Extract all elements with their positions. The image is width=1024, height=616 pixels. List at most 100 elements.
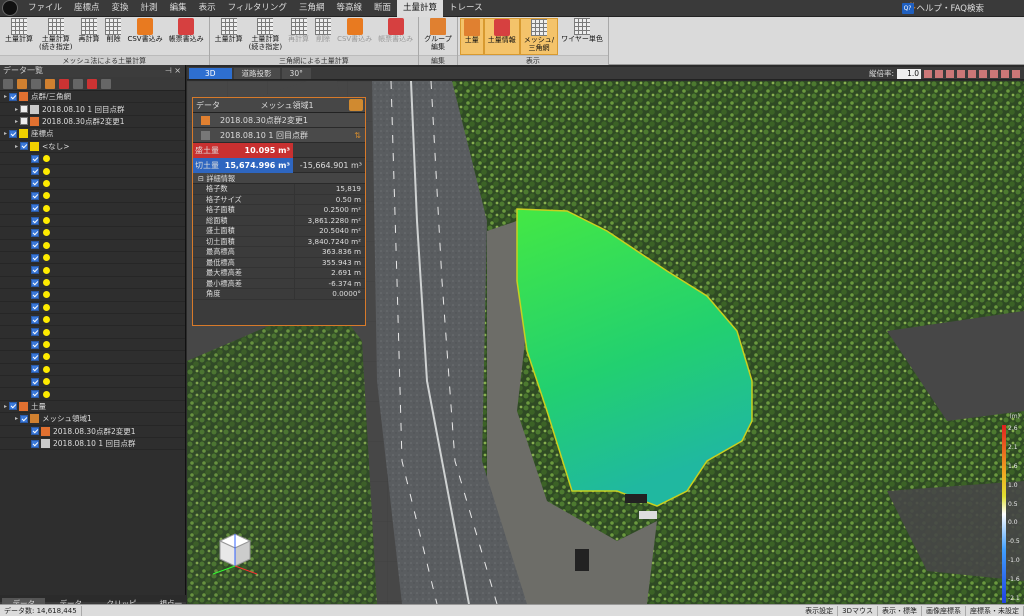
- expand-icon[interactable]: ▸: [13, 415, 20, 422]
- expand-icon[interactable]: [24, 242, 31, 249]
- tree-checkbox[interactable]: [31, 439, 39, 448]
- tree-checkbox[interactable]: [20, 105, 28, 114]
- tree-checkbox[interactable]: [31, 179, 39, 188]
- tree-row[interactable]: [0, 388, 185, 401]
- tree-checkbox[interactable]: [31, 204, 39, 213]
- tree-row[interactable]: ▸ 2018.08.10 1 回目点群: [0, 103, 185, 116]
- expand-icon[interactable]: [24, 155, 31, 162]
- tree-checkbox[interactable]: [31, 191, 39, 200]
- home-view-icon[interactable]: [924, 69, 932, 78]
- tree-checkbox[interactable]: [31, 216, 39, 225]
- ribbon-button-1-5[interactable]: 帳票書込み: [375, 18, 416, 55]
- tree-checkbox[interactable]: [31, 390, 39, 399]
- tree-row[interactable]: [0, 252, 185, 265]
- expand-icon[interactable]: [24, 391, 31, 398]
- menu-item-1[interactable]: 座標点: [68, 0, 106, 17]
- expand-icon[interactable]: [24, 254, 31, 261]
- menu-item-0[interactable]: ファイル: [22, 0, 68, 17]
- view-side-icon[interactable]: [957, 69, 965, 78]
- expand-icon[interactable]: [24, 168, 31, 175]
- menu-item-3[interactable]: 計測: [135, 0, 164, 17]
- tree-checkbox[interactable]: [9, 129, 17, 138]
- tree-checkbox[interactable]: [31, 167, 39, 176]
- tree-row[interactable]: ▸ <なし>: [0, 141, 185, 153]
- expand-icon[interactable]: [24, 229, 31, 236]
- expand-icon[interactable]: [24, 205, 31, 212]
- ribbon-button-3-3[interactable]: ワイヤー単色: [558, 18, 606, 55]
- expand-icon[interactable]: [24, 217, 31, 224]
- ribbon-button-0-5[interactable]: 帳票書込み: [166, 18, 207, 55]
- tree-checkbox[interactable]: [31, 365, 39, 374]
- tree-row[interactable]: [0, 165, 185, 178]
- expand-icon[interactable]: [24, 316, 31, 323]
- pin-icon[interactable]: ⊣ ×: [165, 65, 185, 77]
- tree-row[interactable]: [0, 289, 185, 302]
- ribbon-button-1-0[interactable]: 土量計算: [212, 18, 246, 55]
- ribbon-button-1-3[interactable]: 削除: [312, 18, 334, 55]
- menu-item-8[interactable]: 等高線: [330, 0, 368, 17]
- ribbon-button-0-2[interactable]: 再計算: [75, 18, 102, 55]
- detail-header[interactable]: ⊟ 詳細情報: [193, 173, 365, 184]
- tree-row[interactable]: ▸ 座標点: [0, 128, 185, 141]
- layer-icon[interactable]: [87, 78, 97, 89]
- view-top-icon[interactable]: [935, 69, 943, 78]
- expand-icon[interactable]: ▸: [13, 143, 20, 150]
- expand-icon[interactable]: ▸: [2, 93, 9, 100]
- tree-checkbox[interactable]: [31, 352, 39, 361]
- tree-checkbox[interactable]: [31, 303, 39, 312]
- menu-item-7[interactable]: 三角網: [293, 0, 331, 17]
- expand-icon[interactable]: ▸: [13, 118, 20, 125]
- palette-icon[interactable]: [349, 99, 363, 111]
- view-right-icon[interactable]: [990, 69, 998, 78]
- tree-checkbox[interactable]: [31, 290, 39, 299]
- expand-icon[interactable]: [24, 180, 31, 187]
- app-menu-button[interactable]: [2, 0, 18, 16]
- ribbon-button-1-1[interactable]: 土量計算 (続き指定): [246, 18, 285, 55]
- ratio-input[interactable]: 1.0: [897, 68, 921, 79]
- expand-icon[interactable]: [24, 279, 31, 286]
- tree-checkbox[interactable]: [31, 427, 39, 436]
- tree-row[interactable]: ▸ 2018.08.30点群2変更1: [0, 116, 185, 129]
- tree-checkbox[interactable]: [20, 117, 28, 126]
- tree-checkbox[interactable]: [31, 278, 39, 287]
- tree-checkbox[interactable]: [31, 315, 39, 324]
- tree-row[interactable]: [0, 203, 185, 215]
- tree-row[interactable]: [0, 351, 185, 364]
- status-item-1[interactable]: 表示設定: [801, 605, 839, 616]
- ribbon-button-0-1[interactable]: 土量計算 (続き指定): [36, 18, 75, 55]
- menu-item-2[interactable]: 変換: [106, 0, 135, 17]
- tree-row[interactable]: [0, 178, 185, 191]
- tab-angle[interactable]: 30°: [281, 67, 311, 79]
- expand-icon[interactable]: [24, 304, 31, 311]
- menu-item-9[interactable]: 断面: [368, 0, 397, 17]
- group-icon[interactable]: [45, 78, 55, 89]
- menu-item-4[interactable]: 編集: [164, 0, 193, 17]
- tree-checkbox[interactable]: [20, 142, 28, 151]
- view-left-icon[interactable]: [979, 69, 987, 78]
- expand-icon[interactable]: ▸: [2, 130, 9, 137]
- help-search[interactable]: Q? ヘルプ・FAQ検索: [901, 2, 984, 14]
- expand-icon[interactable]: [24, 192, 31, 199]
- status-item-5[interactable]: 座標系・未設定: [966, 605, 1024, 616]
- tree-checkbox[interactable]: [20, 414, 28, 423]
- properties-icon[interactable]: [3, 78, 13, 89]
- ribbon-button-1-2[interactable]: 再計算: [285, 18, 312, 55]
- tree-row[interactable]: [0, 314, 185, 327]
- tree-checkbox[interactable]: [31, 228, 39, 237]
- expand-icon[interactable]: [24, 440, 31, 447]
- menu-item-5[interactable]: 表示: [193, 0, 222, 17]
- tree-checkbox[interactable]: [9, 92, 17, 101]
- tree-checkbox[interactable]: [31, 253, 39, 262]
- tree-row[interactable]: [0, 190, 185, 203]
- tree-row[interactable]: ▸ 土量: [0, 401, 185, 414]
- tree-row[interactable]: [0, 264, 185, 277]
- status-item-4[interactable]: 画像座標系: [922, 605, 966, 616]
- view-back-icon[interactable]: [968, 69, 976, 78]
- tree-row[interactable]: 2018.08.10 1 回目点群: [0, 438, 185, 451]
- tree-row[interactable]: [0, 376, 185, 389]
- tree-checkbox[interactable]: [31, 340, 39, 349]
- delete-icon[interactable]: [59, 78, 69, 89]
- tree-row[interactable]: [0, 227, 185, 240]
- ribbon-button-3-2[interactable]: メッシュ/ 三角網: [519, 18, 559, 55]
- tree-row[interactable]: 2018.08.30点群2変更1: [0, 426, 185, 438]
